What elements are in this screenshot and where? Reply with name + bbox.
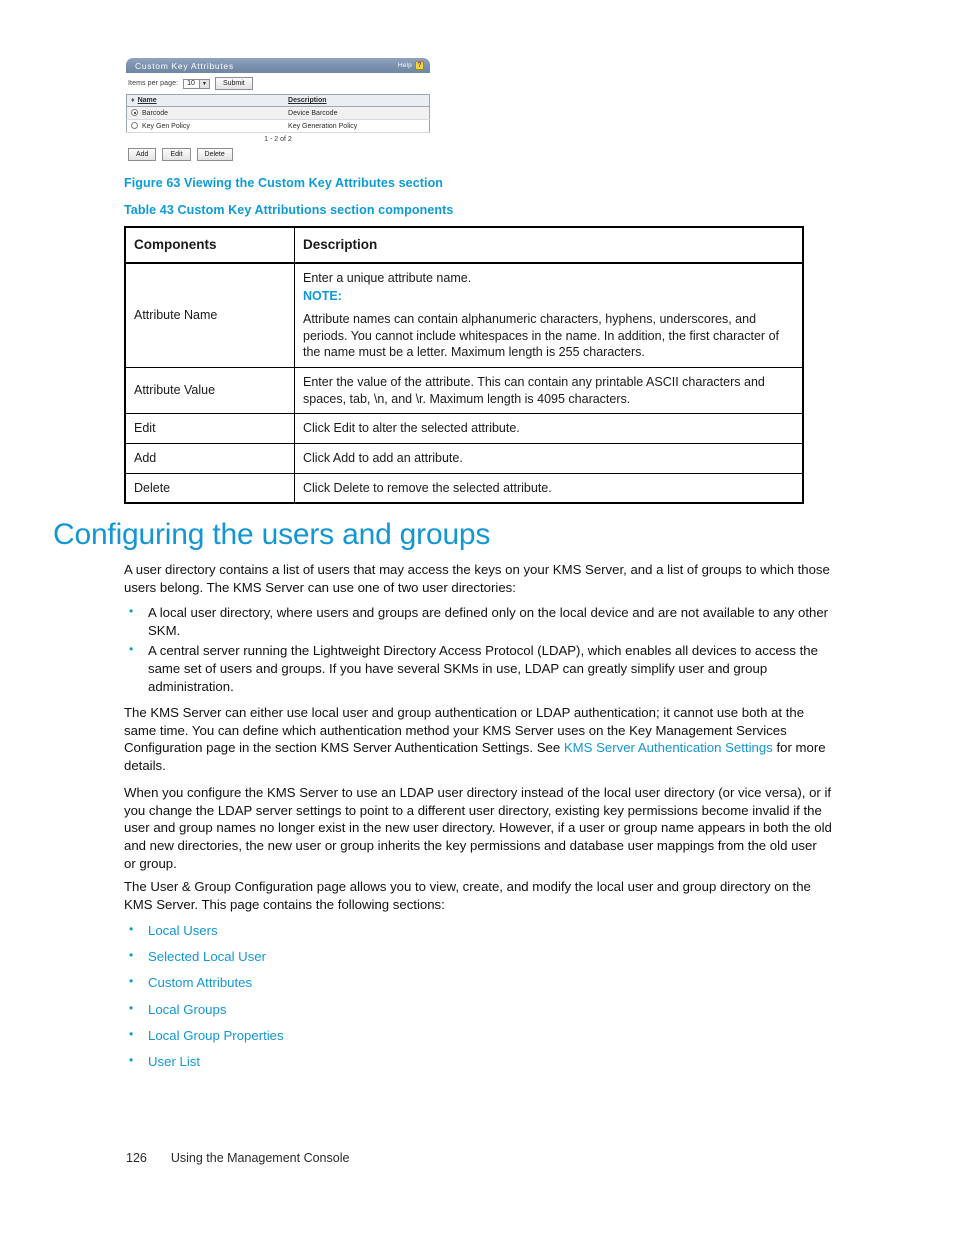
description-attribute-name: Enter a unique attribute name. NOTE: Att… (294, 262, 804, 369)
table-row: Attribute Value Enter the value of the a… (124, 367, 804, 415)
add-button[interactable]: Add (128, 148, 157, 161)
help-icon[interactable]: ? (415, 61, 424, 70)
link-selected-local-user[interactable]: Selected Local User (148, 949, 266, 964)
row-name-cell: Barcode (126, 106, 285, 120)
description-line-1: Enter a unique attribute name. (303, 270, 472, 285)
table-row[interactable]: Key Gen Policy Key Generation Policy (126, 119, 430, 133)
sort-arrow-icon: ♦ (131, 97, 135, 104)
list-item[interactable]: Local Groups (124, 1000, 832, 1019)
paragraph-intro: A user directory contains a list of user… (124, 562, 830, 595)
list-item[interactable]: Selected Local User (124, 947, 832, 966)
delete-button[interactable]: Delete (196, 148, 233, 161)
components-reference-table: Components Description Attribute Name En… (124, 226, 804, 505)
panel-action-buttons: Add Edit Delete (126, 148, 430, 161)
column-header-name[interactable]: ♦ Name (126, 94, 285, 107)
column-header-description-label: Description (288, 97, 327, 104)
panel-title: Custom Key Attributes (135, 60, 234, 71)
panel-toolbar: Items per page: 10 ▼ Submit (126, 73, 430, 94)
table-header-row: Components Description (124, 226, 804, 264)
figure-caption: Figure 63 Viewing the Custom Key Attribu… (124, 176, 444, 190)
component-attribute-value: Attribute Value (124, 367, 295, 415)
table-header-row: ♦ Name Description (126, 94, 430, 107)
link-custom-attributes[interactable]: Custom Attributes (148, 975, 252, 990)
link-user-list[interactable]: User List (148, 1054, 200, 1069)
chevron-down-icon: ▼ (198, 79, 209, 88)
help-link[interactable]: Help ? (398, 61, 424, 70)
link-kms-server-authentication-settings[interactable]: KMS Server Authentication Settings (564, 740, 773, 755)
note-label: NOTE: (303, 288, 342, 303)
row-name-label: Key Gen Policy (142, 123, 190, 130)
panel-titlebar: Custom Key Attributes Help ? (126, 58, 430, 73)
submit-button[interactable]: Submit (214, 77, 253, 90)
description-add: Click Add to add an attribute. (294, 442, 804, 474)
table-row: Edit Click Edit to alter the selected at… (124, 413, 804, 444)
items-per-page-value: 10 (187, 79, 195, 87)
component-attribute-name: Attribute Name (124, 262, 295, 369)
page-footer: 126 Using the Management Console (126, 1151, 349, 1165)
directory-types-list: A local user directory, where users and … (124, 603, 832, 698)
description-delete: Click Delete to remove the selected attr… (294, 472, 804, 504)
note-body: Attribute names can contain alphanumeric… (303, 312, 779, 360)
row-name-cell: Key Gen Policy (126, 119, 285, 133)
header-components: Components (124, 226, 295, 264)
header-description: Description (294, 226, 804, 264)
custom-key-attributes-panel: Custom Key Attributes Help ? Items per p… (126, 58, 430, 161)
help-label: Help (397, 62, 412, 69)
component-add: Add (124, 442, 295, 474)
table-caption: Table 43 Custom Key Attributions section… (124, 203, 454, 217)
pager-text: 1 - 2 of 2 (264, 136, 292, 143)
component-delete: Delete (124, 472, 295, 504)
figure-screenshot: Custom Key Attributes Help ? Items per p… (126, 58, 430, 161)
list-item[interactable]: Custom Attributes (124, 973, 832, 992)
component-edit: Edit (124, 413, 295, 444)
table-row: Add Click Add to add an attribute. (124, 442, 804, 474)
description-edit: Click Edit to alter the selected attribu… (294, 413, 804, 444)
column-header-name-label: Name (137, 97, 157, 104)
chapter-title: Using the Management Console (170, 1151, 350, 1165)
list-item[interactable]: Local Users (124, 921, 832, 940)
section-links-list: Local Users Selected Local User Custom A… (124, 921, 832, 1079)
link-local-group-properties[interactable]: Local Group Properties (148, 1028, 284, 1043)
page-number: 126 (126, 1151, 147, 1165)
paragraph-ldap-directory-change: When you configure the KMS Server to use… (124, 785, 832, 871)
description-attribute-value: Enter the value of the attribute. This c… (294, 367, 804, 415)
list-item: A central server running the Lightweight… (124, 641, 832, 695)
row-radio-selected[interactable] (131, 109, 138, 116)
items-per-page-label: Items per page: (128, 80, 179, 87)
row-description-label: Key Generation Policy (284, 119, 430, 133)
row-description-label: Device Barcode (284, 106, 430, 120)
row-name-label: Barcode (142, 110, 169, 117)
link-local-groups[interactable]: Local Groups (148, 1002, 226, 1017)
items-per-page-select[interactable]: 10 ▼ (183, 78, 210, 89)
paragraph-user-group-configuration: The User & Group Configuration page allo… (124, 879, 811, 912)
attributes-table: ♦ Name Description Barcode Device Barcode (126, 94, 430, 133)
row-radio[interactable] (131, 122, 138, 129)
edit-button[interactable]: Edit (162, 148, 191, 161)
list-item: A local user directory, where users and … (124, 603, 832, 639)
column-header-description[interactable]: Description (284, 94, 430, 107)
table-row: Delete Click Delete to remove the select… (124, 472, 804, 504)
list-item[interactable]: User List (124, 1052, 832, 1071)
list-item[interactable]: Local Group Properties (124, 1026, 832, 1045)
table-row[interactable]: Barcode Device Barcode (126, 106, 430, 120)
link-local-users[interactable]: Local Users (148, 923, 218, 938)
page-title: Configuring the users and groups (53, 518, 491, 551)
table-row: Attribute Name Enter a unique attribute … (124, 262, 804, 369)
paragraph-authentication: The KMS Server can either use local user… (124, 704, 832, 775)
